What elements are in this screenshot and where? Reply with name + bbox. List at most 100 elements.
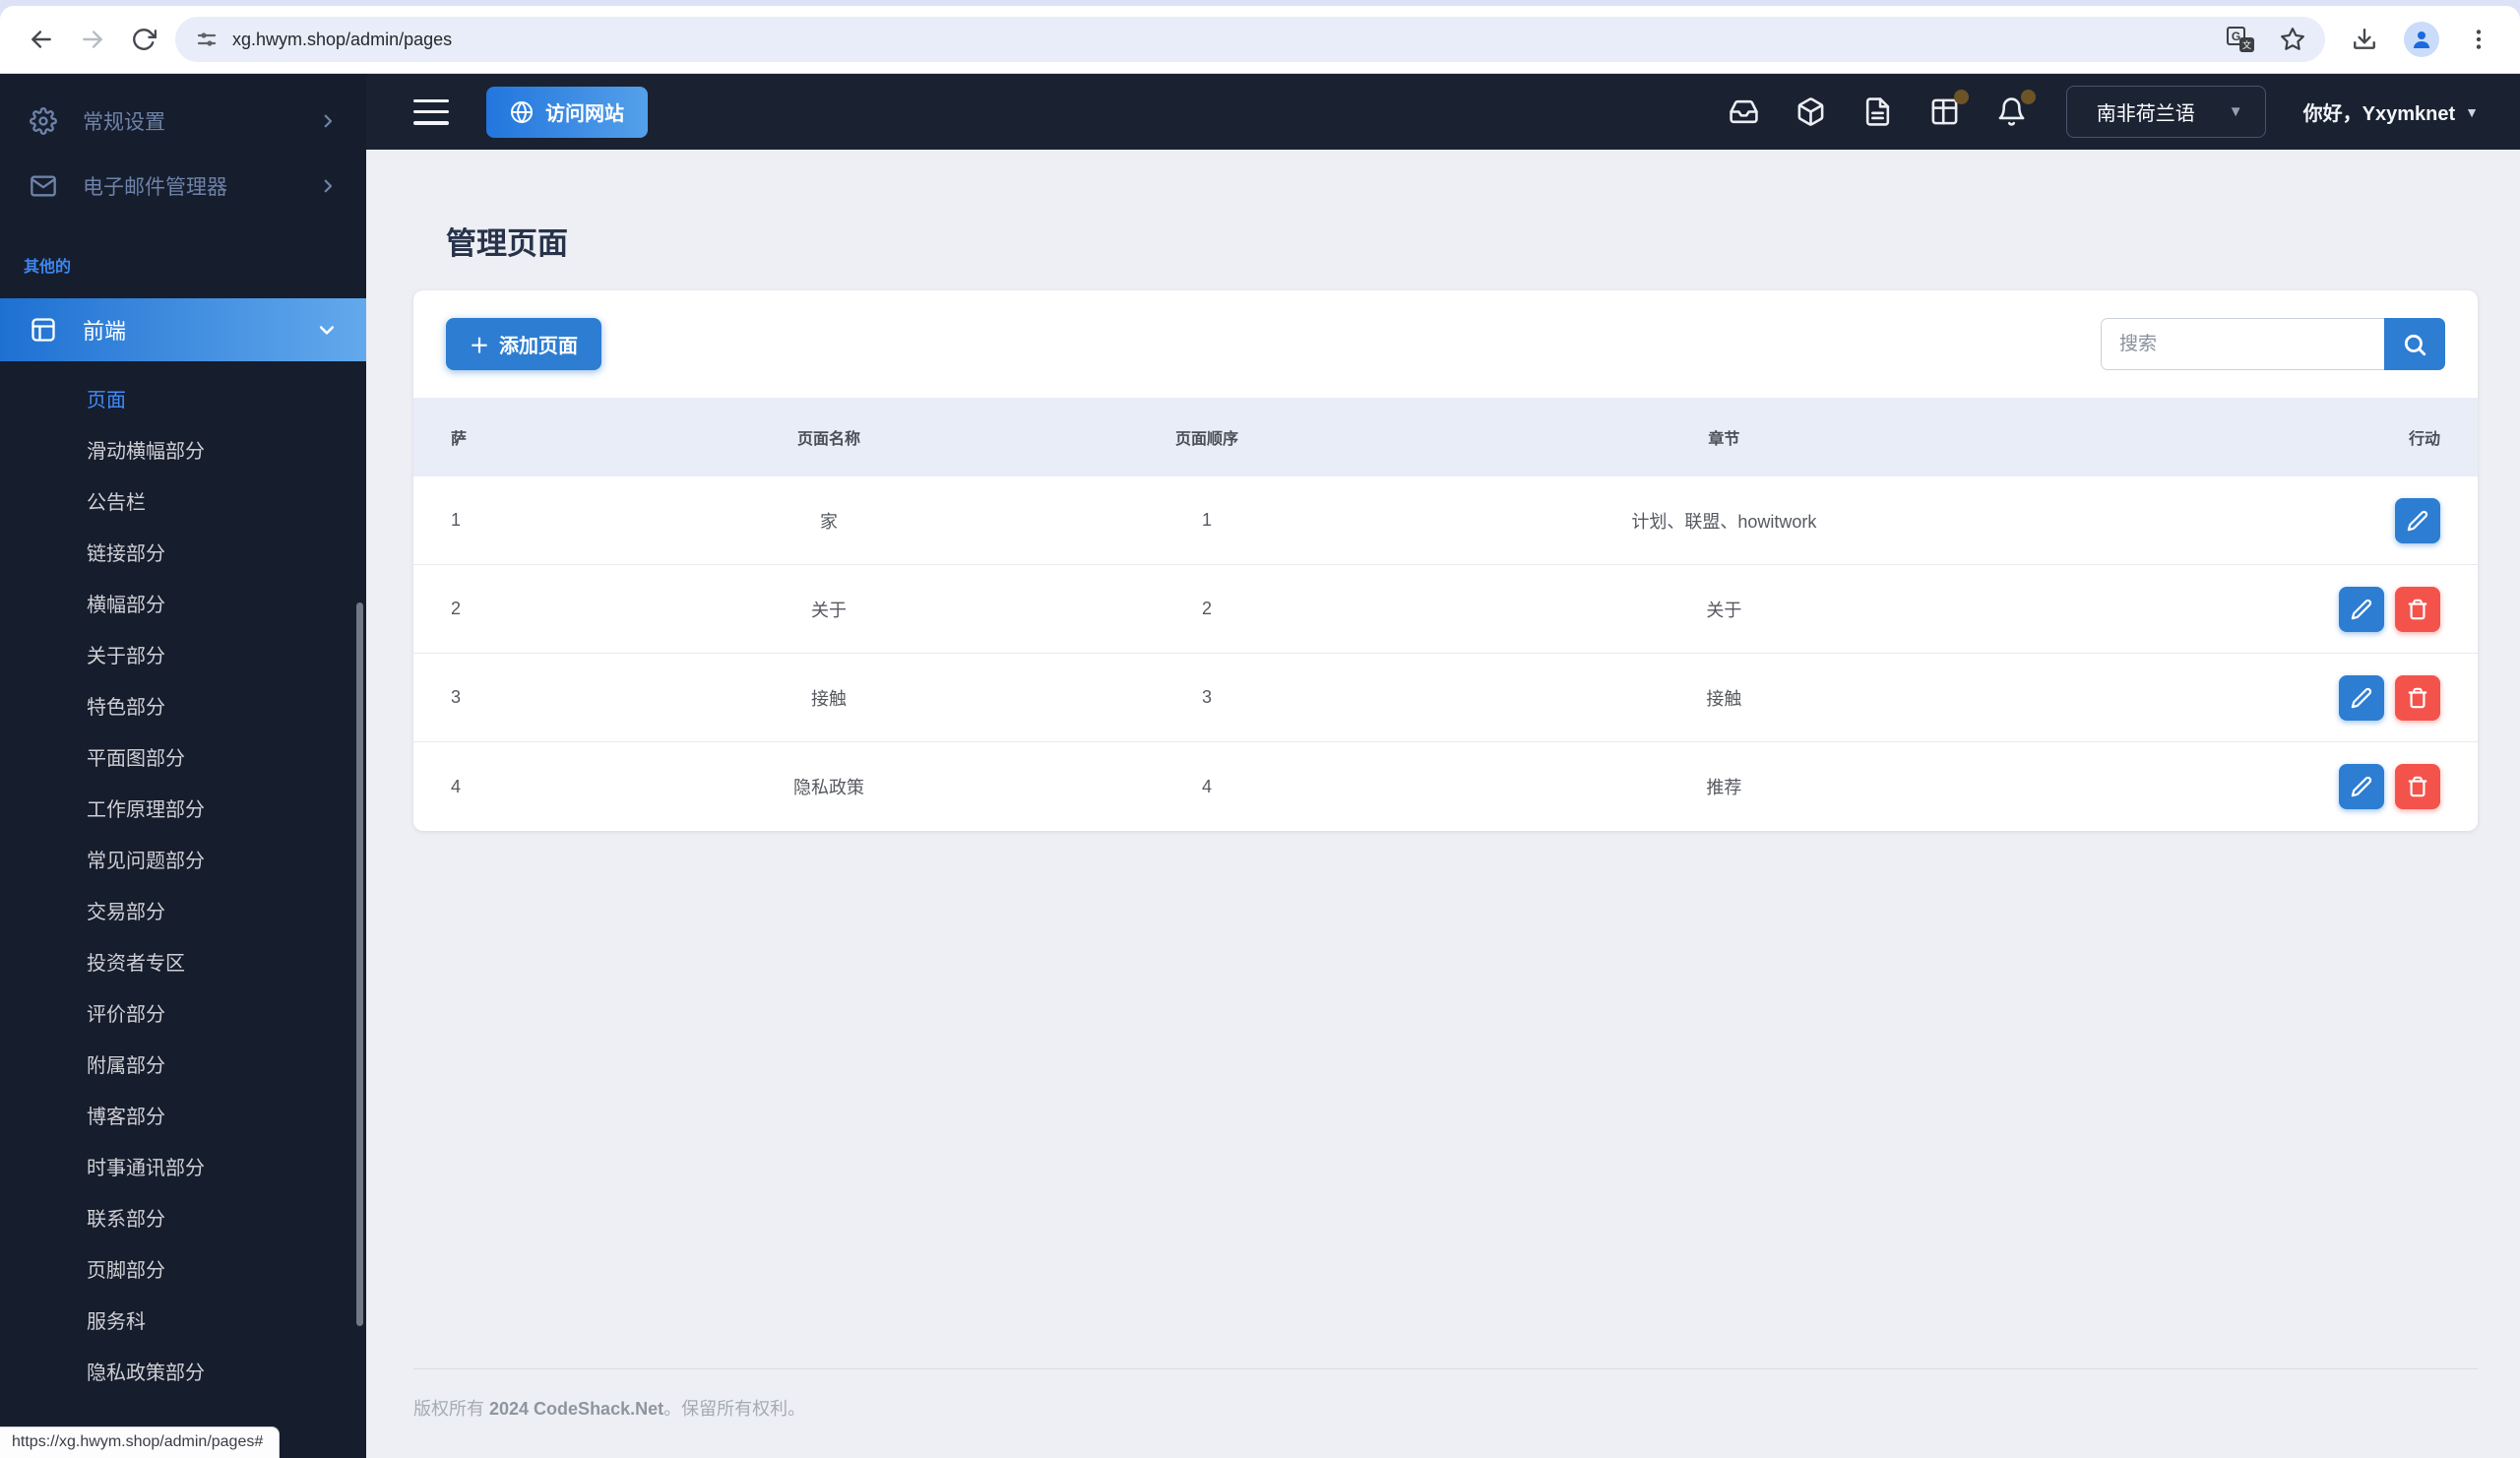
sidebar-subitem-10[interactable]: 交易部分 [0, 887, 366, 938]
cell-actions [2043, 586, 2440, 632]
browser-toolbar: xg.hwym.shop/admin/pages G文 [0, 6, 2520, 74]
pages-card: ＋ 添加页面 萨 页面名称 页面顺序 [413, 290, 2478, 831]
sidebar-subitem-13[interactable]: 附属部分 [0, 1041, 366, 1092]
notification-dot [1953, 90, 1969, 104]
cell-section: 关于 [1706, 600, 1742, 620]
sidebar-subitem-7[interactable]: 平面图部分 [0, 733, 366, 785]
search-icon [2404, 334, 2426, 355]
edit-button[interactable] [2338, 674, 2384, 721]
app: 常规设置 电子邮件管理器 其他的 前端 页面 滑动横幅部分 公告栏 链接部分 横幅部分关… [0, 74, 2520, 1458]
edit-icon [2407, 510, 2428, 531]
sidebar-item-label: 前端 [83, 319, 127, 344]
sidebar-subitem-4[interactable]: 横幅部分 [0, 580, 366, 631]
search-input[interactable] [2101, 318, 2384, 370]
table-row: 2 关于 2 关于 [413, 565, 2478, 654]
sidebar-item-email-manager[interactable]: 电子邮件管理器 [0, 160, 366, 212]
table-row: 4 隐私政策 4 推荐 [413, 742, 2478, 831]
add-page-button[interactable]: ＋ 添加页面 [446, 318, 601, 370]
sidebar-subitem-1[interactable]: 滑动横幅部分 [0, 426, 366, 477]
table-row: 1 家 1 计划、联盟、howitwork [413, 476, 2478, 565]
edit-button[interactable] [2338, 764, 2384, 809]
edit-button[interactable] [2338, 586, 2384, 632]
cell-name: 隐私政策 [792, 778, 864, 797]
download-icon[interactable] [2352, 27, 2377, 52]
back-icon[interactable] [29, 27, 54, 52]
table-header: 萨 页面名称 页面顺序 章节 行动 [413, 398, 2478, 476]
sidebar-item-label: 电子邮件管理器 [83, 176, 227, 199]
chevron-down-icon [319, 326, 335, 335]
package-icon[interactable] [1796, 96, 1826, 127]
greeting-text: 你好，Yxymknet [2302, 103, 2456, 125]
add-page-label: 添加页面 [499, 336, 578, 357]
chevron-right-icon [324, 179, 333, 193]
hamburger-menu-icon[interactable] [413, 98, 449, 125]
visit-site-button[interactable]: 访问网站 [486, 86, 648, 138]
bell-icon[interactable] [1996, 90, 2036, 127]
site-info-icon[interactable] [195, 28, 219, 51]
col-header-actions: 行动 [2408, 431, 2440, 448]
sidebar-subitem-9[interactable]: 常见问题部分 [0, 836, 366, 887]
cell-order: 2 [1201, 599, 1212, 618]
edit-button[interactable] [2394, 497, 2440, 543]
delete-button[interactable] [2394, 586, 2440, 632]
navbar-right: 南非荷兰语 ▼ 你好，Yxymknet ▼ [1692, 86, 2479, 138]
globe-icon [511, 100, 533, 123]
pages-layout-icon[interactable] [1929, 90, 1969, 127]
sidebar-subitem-8[interactable]: 工作原理部分 [0, 785, 366, 836]
inbox-icon[interactable] [1729, 96, 1759, 127]
delete-button[interactable] [2394, 764, 2440, 809]
sidebar-subitem-11[interactable]: 投资者专区 [0, 938, 366, 989]
reload-icon[interactable] [131, 27, 157, 52]
browser-menu-icon[interactable] [2466, 27, 2491, 52]
sidebar-subitem-2[interactable]: 公告栏 [0, 477, 366, 529]
col-header-sa: 萨 [451, 431, 468, 448]
delete-button[interactable] [2394, 674, 2440, 721]
translate-icon[interactable]: G文 [2227, 27, 2254, 52]
screen: xg.hwym.shop/admin/pages G文 常规设置 电子邮件管理器 [0, 0, 2520, 1458]
trash-icon [2408, 776, 2427, 797]
edit-icon [2351, 687, 2372, 708]
footer-brand: 2024 CodeShack.Net [489, 1399, 664, 1419]
sidebar-subitem-17[interactable]: 页脚部分 [0, 1245, 366, 1297]
layout-icon [32, 318, 55, 342]
caret-down-icon: ▼ [2465, 103, 2479, 120]
language-select[interactable]: 南非荷兰语 ▼ [2065, 86, 2266, 138]
user-menu[interactable]: 你好，Yxymknet ▼ [2303, 97, 2479, 126]
profile-avatar[interactable] [2404, 22, 2439, 57]
search-button[interactable] [2384, 318, 2445, 370]
edit-icon [2351, 599, 2372, 619]
sidebar: 常规设置 电子邮件管理器 其他的 前端 页面 滑动横幅部分 公告栏 链接部分 横幅部分关… [0, 74, 366, 1458]
url-text[interactable]: xg.hwym.shop/admin/pages [232, 30, 452, 50]
sidebar-subitem-14[interactable]: 博客部分 [0, 1092, 366, 1143]
cell-section: 推荐 [1706, 778, 1742, 797]
sidebar-subitem-6[interactable]: 特色部分 [0, 682, 366, 733]
sidebar-subitem-12[interactable]: 评价部分 [0, 989, 366, 1041]
sidebar-subitem-16[interactable]: 联系部分 [0, 1194, 366, 1245]
sidebar-subitem-19[interactable]: 隐私政策部分 [0, 1348, 366, 1399]
cell-actions [2043, 674, 2440, 721]
sidebar-item-general-settings[interactable]: 常规设置 [0, 95, 366, 147]
sidebar-item-frontend[interactable]: 前端 [0, 298, 366, 361]
col-header-page-order: 页面顺序 [1174, 431, 1238, 448]
forward-icon[interactable] [80, 27, 105, 52]
cell-order: 4 [1201, 776, 1212, 796]
sidebar-scrollbar[interactable] [356, 602, 363, 1326]
sidebar-item-label: 常规设置 [83, 111, 165, 134]
url-bar[interactable]: xg.hwym.shop/admin/pages G文 [175, 17, 2325, 62]
sidebar-subitem-18[interactable]: 服务科 [0, 1297, 366, 1348]
cell-name: 关于 [810, 600, 847, 620]
cell-sa: 1 [451, 510, 462, 530]
document-icon[interactable] [1862, 96, 1893, 127]
sidebar-subitem-5[interactable]: 关于部分 [0, 631, 366, 682]
sidebar-subitem-0[interactable]: 页面 [0, 375, 366, 426]
cell-name: 家 [819, 511, 838, 532]
chevron-right-icon [324, 114, 333, 128]
sidebar-subitem-3[interactable]: 链接部分 [0, 529, 366, 580]
cell-order: 1 [1201, 510, 1212, 530]
admin-navbar: 访问网站 南非荷兰语 ▼ 你好，Yxymknet ▼ [366, 74, 2520, 150]
main-column: 访问网站 南非荷兰语 ▼ 你好，Yxymknet ▼ 管理页面 ＋ 添加页面 搜… [366, 74, 2520, 1458]
caret-down-icon: ▼ [2228, 103, 2243, 120]
sidebar-subitem-15[interactable]: 时事通讯部分 [0, 1143, 366, 1194]
bookmark-star-icon[interactable] [2280, 27, 2305, 52]
